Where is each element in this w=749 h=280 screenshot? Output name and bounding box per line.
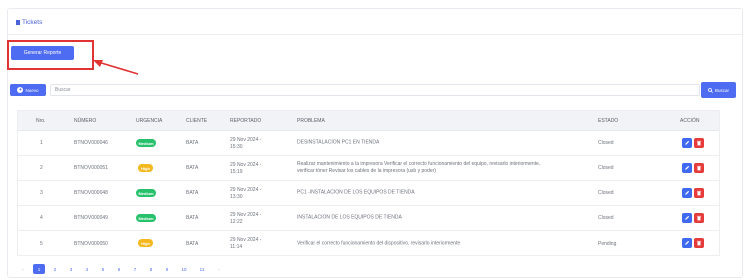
page-button-4[interactable]: 4 <box>81 264 93 274</box>
row-estado: Closed <box>598 215 614 221</box>
page-title: Tickets <box>16 19 42 26</box>
row-estado: Closed <box>598 140 614 146</box>
card-header: Tickets <box>8 9 742 35</box>
row-cliente: BATA <box>186 140 199 146</box>
delete-button[interactable] <box>694 238 704 248</box>
row-cliente: BATA <box>186 190 199 196</box>
pencil-icon <box>685 240 690 245</box>
edit-button[interactable] <box>682 138 692 148</box>
row-numero: BTNOV000048 <box>74 190 108 196</box>
table-row: 3 BTNOV000048 Medium BATA 29 Nov 2024 - … <box>18 181 719 206</box>
trash-icon <box>696 215 702 221</box>
search-button[interactable]: Buscar <box>701 82 736 98</box>
delete-button[interactable] <box>694 163 704 173</box>
page-button-8[interactable]: 8 <box>145 264 157 274</box>
new-ticket-button[interactable]: + Nuevo <box>10 84 46 96</box>
page-button-11[interactable]: 11 <box>195 264 209 274</box>
col-problema: PROBLEMA <box>297 118 325 124</box>
highlight-box <box>7 40 94 70</box>
urgency-badge: High <box>138 164 153 172</box>
row-nro: 1 <box>40 140 43 146</box>
row-reportado: 29 Nov 2024 - 11:14 <box>230 237 262 250</box>
col-estado: ESTADO <box>598 118 619 124</box>
row-problema: DESINSTALACION PC1 EN TIENDA <box>297 139 380 146</box>
search-input[interactable] <box>50 84 700 96</box>
row-problema: Verificar el correcto funcionamiento del… <box>297 240 461 246</box>
edit-button[interactable] <box>682 238 692 248</box>
row-reportado: 29 Nov 2024 - 12:22 <box>230 212 262 225</box>
page-button-2[interactable]: 2 <box>49 264 61 274</box>
row-reportado: 29 Nov 2024 - 15:19 <box>230 162 262 175</box>
search-button-label: Buscar <box>714 87 729 93</box>
table-row: 1 BTNOV000046 Medium BATA 29 Nov 2024 - … <box>18 131 719 156</box>
pagination: ‹ 1 2 3 4 5 6 7 8 9 10 11 › <box>17 264 225 274</box>
row-cliente: BATA <box>186 215 199 221</box>
table-row: 4 BTNOV000049 Medium BATA 29 Nov 2024 - … <box>18 206 719 231</box>
edit-button[interactable] <box>682 188 692 198</box>
page-button-5[interactable]: 5 <box>97 264 109 274</box>
row-problema: Realizar mantenimiento a la impresora Ve… <box>297 161 541 174</box>
urgency-badge: Medium <box>136 139 156 147</box>
row-cliente: BATA <box>186 240 199 247</box>
row-reportado: 29 Nov 2024 - 15:30 <box>230 137 262 150</box>
page-button-3[interactable]: 3 <box>65 264 77 274</box>
trash-icon <box>696 140 702 146</box>
row-cliente: BATA <box>186 165 199 171</box>
col-urgencia: URGENCIA <box>136 118 163 124</box>
delete-button[interactable] <box>694 188 704 198</box>
edit-button[interactable] <box>682 213 692 223</box>
page-title-text: Tickets <box>22 19 43 26</box>
row-nro: 3 <box>40 190 43 196</box>
search-icon <box>708 87 713 93</box>
row-estado: Pending <box>598 240 617 247</box>
row-estado: Closed <box>598 165 614 171</box>
delete-button[interactable] <box>694 213 704 223</box>
page-button-10[interactable]: 10 <box>177 264 191 274</box>
trash-icon <box>696 190 702 196</box>
annotation-arrow-icon <box>93 60 139 75</box>
page-next-button[interactable]: › <box>213 264 225 274</box>
new-ticket-label: Nuevo <box>25 87 39 93</box>
row-numero: BTNOV000049 <box>74 215 108 221</box>
page-button-1[interactable]: 1 <box>33 264 45 274</box>
trash-icon <box>696 240 702 246</box>
row-problema: INSTALACION DE LOS EQUIPOS DE TIENDA <box>297 214 402 221</box>
row-nro: 5 <box>40 240 43 247</box>
col-nro: Nro. <box>36 118 46 124</box>
pencil-icon <box>685 165 690 170</box>
row-reportado: 29 Nov 2024 - 13:30 <box>230 187 262 200</box>
row-estado: Closed <box>598 190 614 196</box>
table-header: Nro. NÚMERO URGENCIA CLIENTE REPORTADO P… <box>18 111 719 131</box>
row-numero: BTNOV000051 <box>74 165 108 171</box>
row-problema: PC1 -INSTALACION DE LOS EQUIPOS DE TIEND… <box>297 189 415 196</box>
page-prev-button[interactable]: ‹ <box>17 264 29 274</box>
page-button-6[interactable]: 6 <box>113 264 125 274</box>
plus-icon: + <box>17 87 24 93</box>
table-row: 5 BTNOV000050 High BATA 29 Nov 2024 - 11… <box>18 231 719 256</box>
pencil-icon <box>685 140 690 145</box>
pencil-icon <box>685 190 690 195</box>
row-nro: 2 <box>40 165 43 171</box>
col-numero: NÚMERO <box>74 118 97 124</box>
row-numero: BTNOV000046 <box>74 140 108 146</box>
pencil-icon <box>685 215 690 220</box>
urgency-badge: Medium <box>136 214 156 222</box>
col-reportado: REPORTADO <box>230 118 262 124</box>
row-nro: 4 <box>40 215 43 221</box>
page-button-9[interactable]: 9 <box>161 264 173 274</box>
ticket-icon <box>16 20 20 25</box>
row-numero: BTNOV000050 <box>74 240 108 247</box>
tickets-table: Nro. NÚMERO URGENCIA CLIENTE REPORTADO P… <box>17 110 720 256</box>
col-accion: ACCIÓN <box>680 118 700 124</box>
urgency-badge: Medium <box>136 189 156 197</box>
table-row: 2 BTNOV000051 High BATA 29 Nov 2024 - 15… <box>18 156 719 181</box>
edit-button[interactable] <box>682 163 692 173</box>
page-button-7[interactable]: 7 <box>129 264 141 274</box>
col-cliente: CLIENTE <box>186 118 208 124</box>
delete-button[interactable] <box>694 138 704 148</box>
urgency-badge: High <box>138 239 153 247</box>
trash-icon <box>696 165 702 171</box>
